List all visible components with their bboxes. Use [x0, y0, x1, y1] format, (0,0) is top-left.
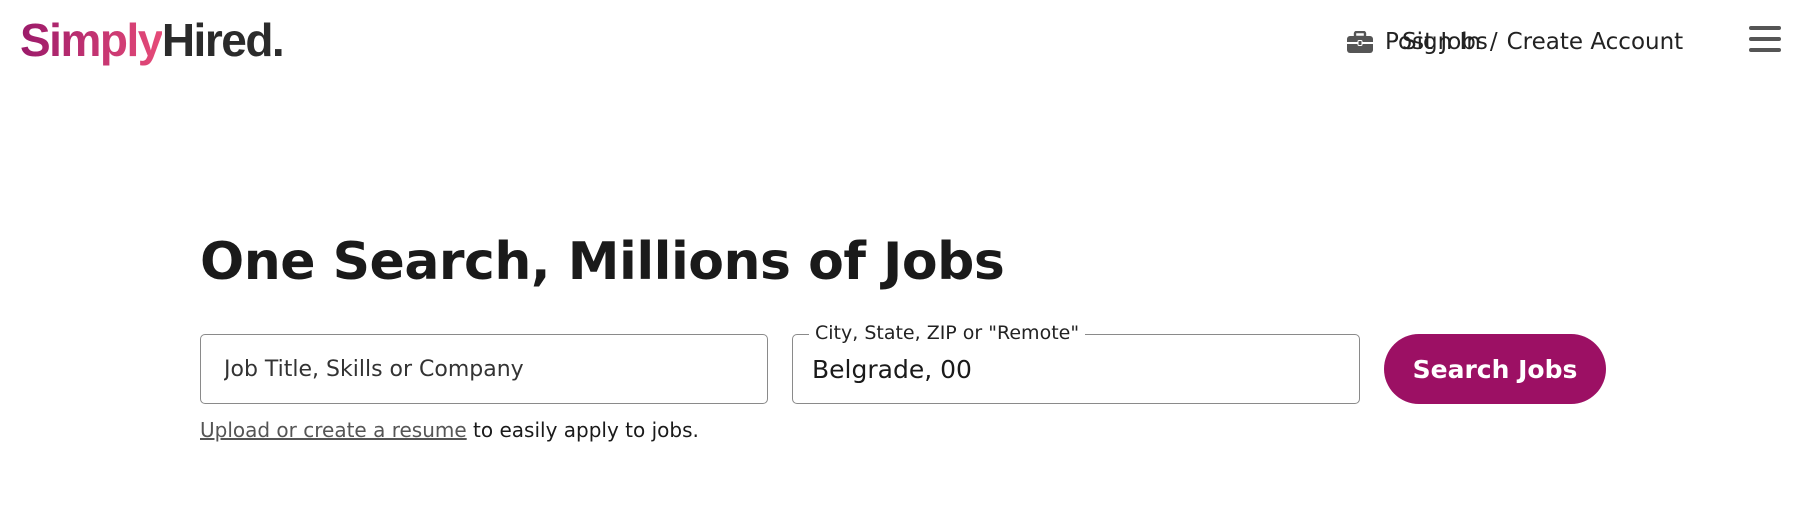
simplyhired-logo[interactable]: SimplyHired. — [20, 12, 285, 68]
logo-dot: . — [271, 14, 285, 66]
location-field-label: City, State, ZIP or "Remote" — [809, 322, 1086, 344]
page-title: One Search, Millions of Jobs — [200, 232, 1005, 292]
briefcase-icon — [1347, 31, 1373, 53]
search-jobs-button[interactable]: Search Jobs — [1384, 334, 1606, 404]
logo-simply: Simply — [20, 14, 163, 66]
logo-hired: Hired — [161, 14, 274, 66]
hamburger-menu-icon[interactable] — [1749, 26, 1783, 56]
create-account-link[interactable]: Create Account — [1507, 29, 1684, 55]
job-title-input[interactable] — [201, 335, 767, 403]
resume-prompt: Upload or create a resume to easily appl… — [200, 418, 699, 442]
job-title-field — [200, 334, 768, 404]
nav-separator: / — [1489, 29, 1498, 55]
site-header: SimplyHired. Post Jobs Sign In / Create … — [0, 0, 1809, 84]
sign-in-group: Sign In / Create Account — [1402, 22, 1683, 62]
location-field: City, State, ZIP or "Remote" — [792, 322, 1360, 404]
resume-prompt-suffix: to easily apply to jobs. — [466, 418, 699, 442]
upload-resume-link[interactable]: Upload or create a resume — [200, 418, 467, 442]
sign-in-link[interactable]: Sign In — [1402, 29, 1481, 55]
location-input[interactable] — [793, 335, 1359, 403]
